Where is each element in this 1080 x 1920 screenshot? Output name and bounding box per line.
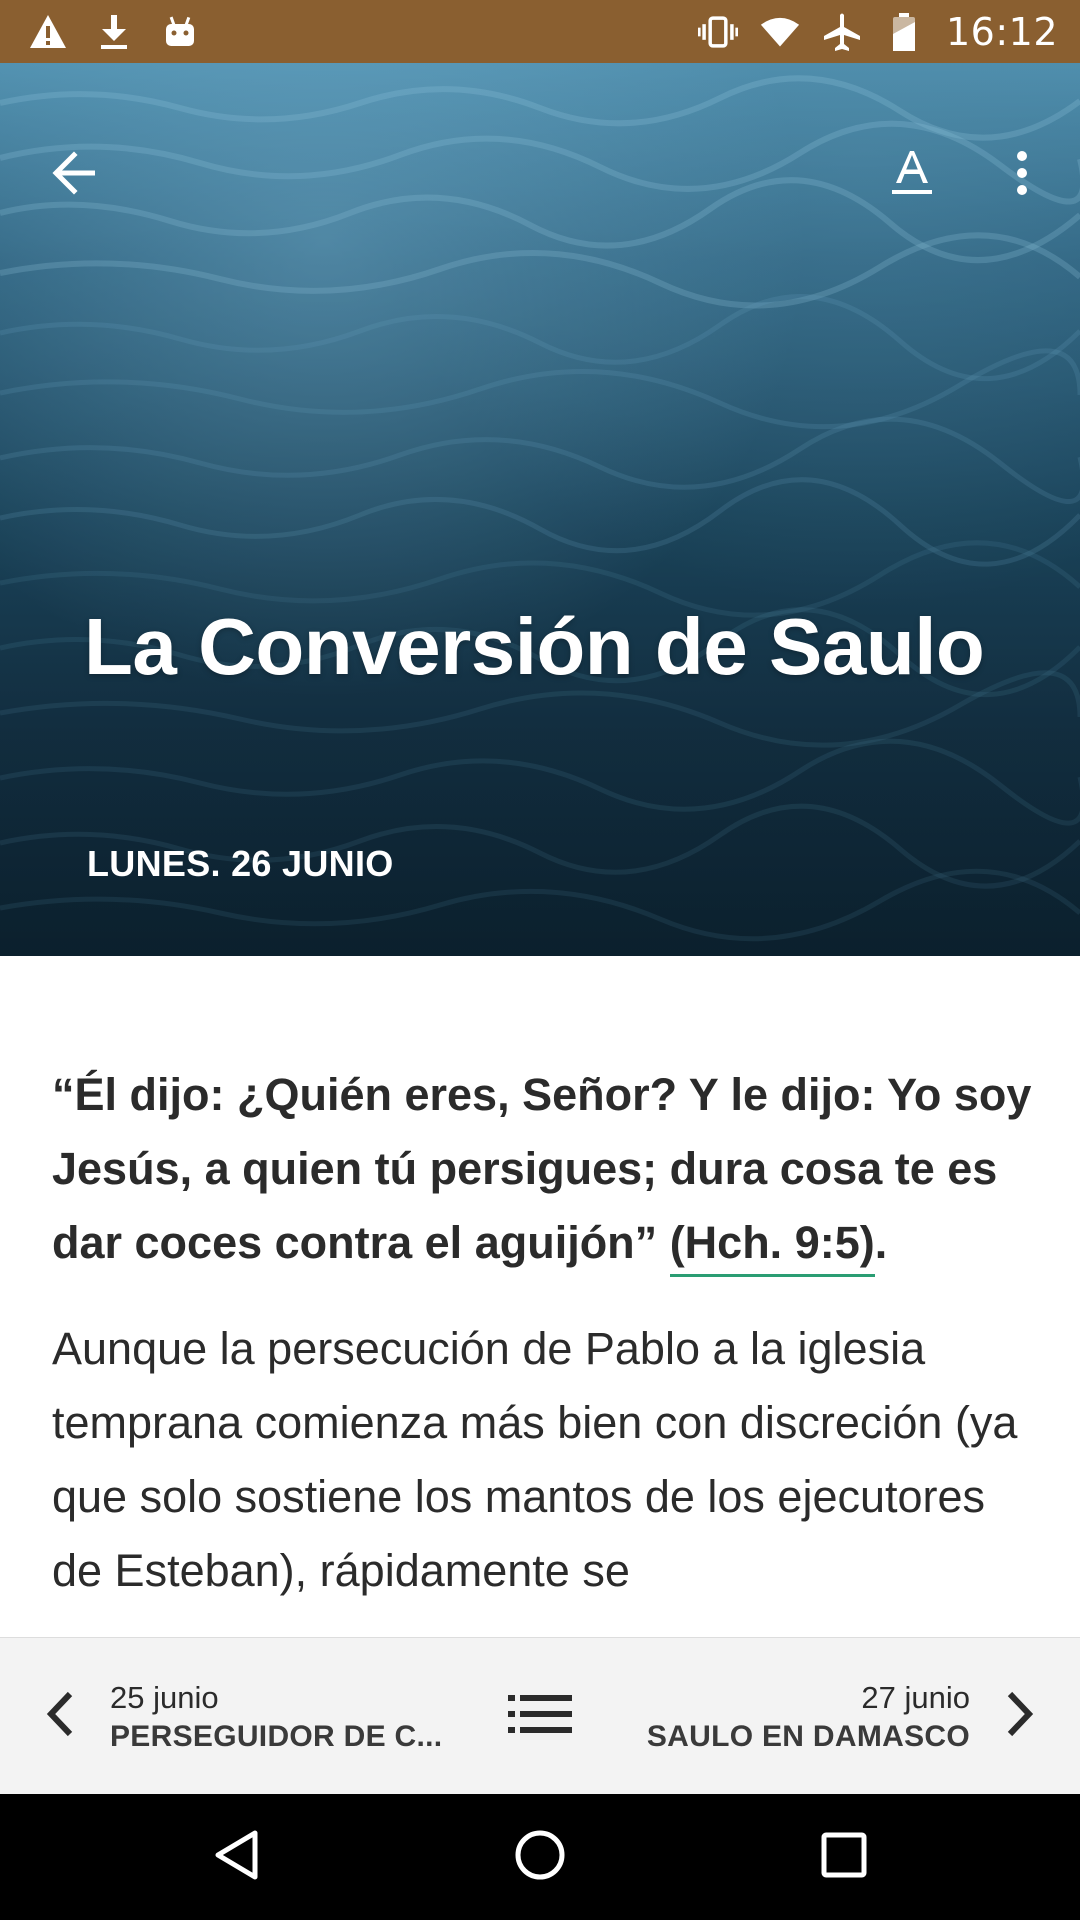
warning-icon bbox=[28, 12, 68, 52]
next-lesson-title: SAULO EN DAMASCO bbox=[646, 1720, 970, 1753]
airplane-icon bbox=[822, 12, 862, 52]
android-icon bbox=[160, 12, 200, 52]
back-triangle-icon bbox=[213, 1829, 259, 1886]
system-back-button[interactable] bbox=[196, 1817, 276, 1897]
system-navigation-bar bbox=[0, 1794, 1080, 1920]
recents-square-icon bbox=[820, 1831, 868, 1884]
body-paragraph: Aunque la persecución de Pablo a la igle… bbox=[52, 1323, 1018, 1596]
previous-lesson-button[interactable]: 25 junio PERSEGUIDOR DE C... bbox=[0, 1638, 460, 1795]
vibrate-icon bbox=[697, 12, 738, 52]
back-button[interactable] bbox=[34, 135, 114, 215]
more-options-button[interactable] bbox=[982, 135, 1062, 215]
memory-verse-end: . bbox=[874, 1217, 888, 1268]
lesson-navigation-bar: 25 junio PERSEGUIDOR DE C... 27 junio SA… bbox=[0, 1637, 1080, 1795]
memory-verse: “Él dijo: ¿Quién eres, Señor? Y le dijo:… bbox=[52, 1058, 1037, 1280]
lessons-list-button[interactable] bbox=[500, 1676, 580, 1756]
arrow-back-icon bbox=[50, 150, 98, 200]
system-home-button[interactable] bbox=[500, 1817, 580, 1897]
text-size-button[interactable] bbox=[872, 135, 952, 215]
hero-header: La Conversión de Saulo LUNES. 26 JUNIO bbox=[0, 63, 1080, 956]
battery-icon bbox=[884, 12, 924, 52]
wifi-icon bbox=[760, 12, 800, 52]
list-icon bbox=[508, 1694, 572, 1739]
text-format-icon bbox=[890, 149, 934, 202]
next-lesson-date: 27 junio bbox=[861, 1680, 970, 1715]
chevron-left-icon bbox=[46, 1691, 74, 1742]
chevron-right-icon bbox=[1006, 1691, 1034, 1742]
next-lesson-button[interactable]: 27 junio SAULO EN DAMASCO bbox=[620, 1638, 1080, 1795]
lesson-title: La Conversión de Saulo bbox=[84, 602, 985, 691]
previous-lesson-date: 25 junio bbox=[110, 1680, 219, 1715]
bible-reference-link[interactable]: (Hch. 9:5) bbox=[669, 1217, 875, 1277]
home-circle-icon bbox=[514, 1829, 566, 1886]
lesson-date: LUNES. 26 JUNIO bbox=[87, 843, 394, 884]
status-time: 16:12 bbox=[945, 9, 1058, 54]
system-recents-button[interactable] bbox=[804, 1817, 884, 1897]
previous-lesson-title: PERSEGUIDOR DE C... bbox=[110, 1720, 443, 1753]
download-icon bbox=[94, 12, 134, 52]
status-bar: 16:12 bbox=[0, 0, 1080, 63]
status-bar-notifications bbox=[0, 12, 200, 52]
more-vert-icon bbox=[1015, 150, 1029, 201]
lesson-content: “Él dijo: ¿Quién eres, Señor? Y le dijo:… bbox=[52, 1058, 1037, 1608]
